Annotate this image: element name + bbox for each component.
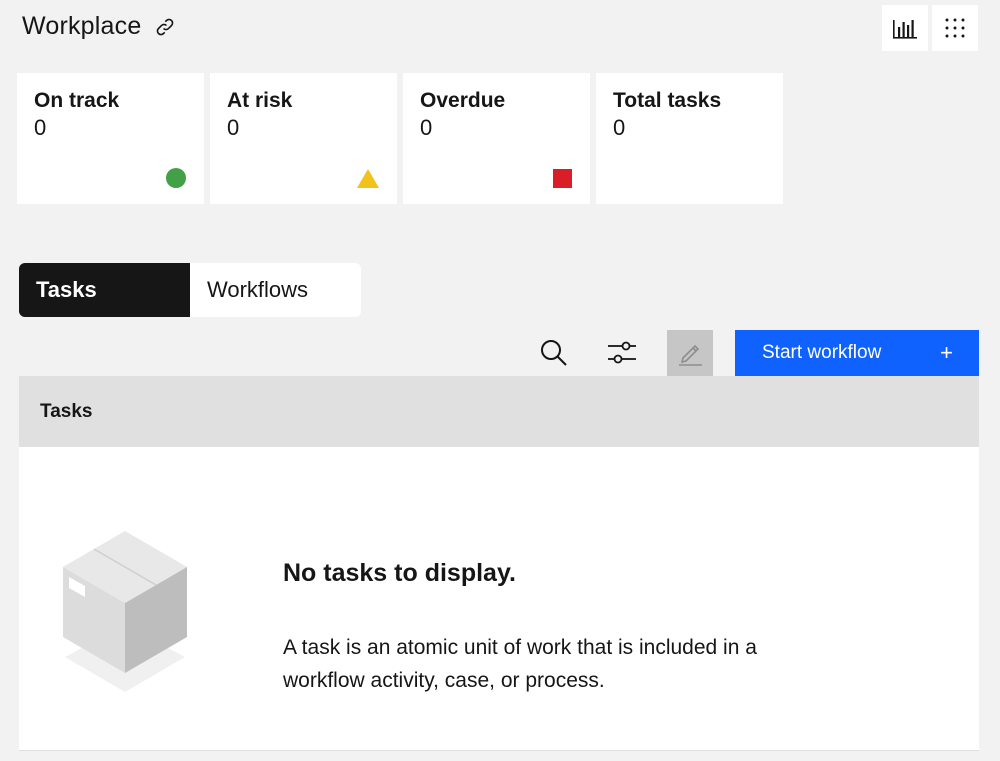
at-risk-card[interactable]: At risk 0 <box>210 73 397 204</box>
card-value: 0 <box>613 115 626 140</box>
filter-button[interactable] <box>599 330 645 376</box>
filter-sliders-icon <box>608 341 636 364</box>
card-label: On track <box>34 89 120 112</box>
start-workflow-label: Start workflow <box>762 342 882 363</box>
empty-state-description: A task is an atomic unit of work that is… <box>283 636 757 692</box>
app-switcher-button[interactable] <box>932 5 978 51</box>
on-track-card[interactable]: On track 0 <box>17 73 204 204</box>
card-label: Total tasks <box>613 89 722 112</box>
link-icon[interactable] <box>153 15 177 39</box>
card-label: At risk <box>227 89 293 112</box>
table-title: Tasks <box>40 400 93 422</box>
tab-workflows[interactable]: Workflows <box>190 263 361 317</box>
table-toolbar: Start workflow + <box>509 330 979 376</box>
card-value: 0 <box>420 115 433 140</box>
empty-state-title: No tasks to display. <box>283 559 516 587</box>
chart-view-button[interactable] <box>882 5 928 51</box>
content-switcher: Tasks Workflows <box>19 263 361 317</box>
table-header: Tasks <box>19 376 979 447</box>
app-grid-icon <box>945 18 965 38</box>
empty-state: No tasks to display. A task is an atomic… <box>19 447 979 751</box>
edit-button[interactable] <box>667 330 713 376</box>
search-icon <box>541 340 567 366</box>
page-header: Workplace <box>22 12 177 41</box>
overdue-square-icon <box>553 169 572 188</box>
summary-cards: On track 0 At risk 0 Overdue 0 Total tas… <box>17 73 783 204</box>
search-button[interactable] <box>531 330 577 376</box>
card-label: Overdue <box>420 89 506 112</box>
on-track-circle-icon <box>166 168 186 188</box>
chart-bar-icon <box>893 20 917 39</box>
top-actions <box>882 5 978 51</box>
empty-box-illustration <box>63 531 187 692</box>
card-value: 0 <box>34 115 47 140</box>
overdue-card[interactable]: Overdue 0 <box>403 73 590 204</box>
at-risk-triangle-icon <box>357 169 379 188</box>
page-title: Workplace <box>22 12 142 40</box>
total-tasks-card[interactable]: Total tasks 0 <box>596 73 783 204</box>
start-workflow-button[interactable]: Start workflow + <box>735 330 979 376</box>
card-value: 0 <box>227 115 240 140</box>
plus-icon: + <box>940 340 953 365</box>
tab-tasks[interactable]: Tasks <box>19 263 190 317</box>
edit-icon <box>679 344 702 366</box>
